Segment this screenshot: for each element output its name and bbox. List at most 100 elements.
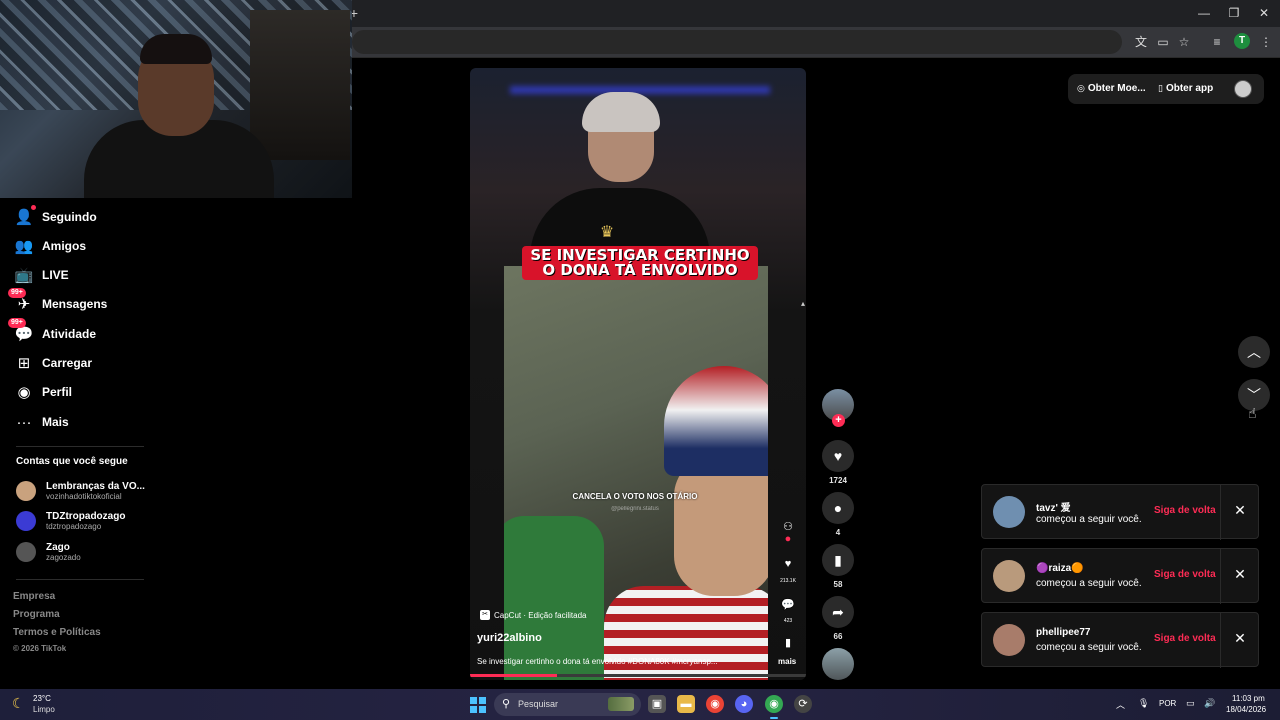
coin-icon: ◎ — [1077, 83, 1085, 93]
comment-button[interactable]: ● — [822, 492, 854, 524]
sidebar-item-label: LIVE — [42, 268, 69, 282]
cast-icon[interactable]: ▭ — [1155, 34, 1171, 50]
notification-divider — [1220, 613, 1221, 668]
profile-icon[interactable]: T — [1234, 33, 1250, 49]
avatar — [16, 481, 36, 501]
bookmark-star-icon[interactable]: ☆ — [1176, 34, 1192, 50]
sidebar-item-live[interactable]: 📺 LIVE — [14, 263, 69, 287]
embedded-bookmark-icon: ▮ — [784, 637, 792, 649]
moon-icon[interactable]: ☾ — [12, 695, 25, 712]
close-window-button[interactable]: ✕ — [1254, 5, 1274, 21]
notification-text: começou a seguir você. — [1036, 642, 1142, 653]
notification-name: tavz' 爱 — [1036, 503, 1071, 514]
network-icon[interactable]: ▭ — [1186, 698, 1195, 709]
sidebar-item-amigos[interactable]: 👥 Amigos — [14, 234, 86, 258]
notification-text: começou a seguir você. — [1036, 514, 1142, 525]
hand-cursor-icon: ☝ — [1248, 405, 1257, 421]
video-headline: SE INVESTIGAR CERTINHO O DONA TÁ ENVOLVI… — [522, 246, 758, 280]
clip-shirt — [504, 516, 604, 680]
weather-temp[interactable]: 23°C — [33, 694, 51, 703]
following-account[interactable]: TDZtropadozago tdztropadozago — [16, 509, 125, 533]
sound-avatar[interactable] — [822, 648, 854, 680]
translate-icon[interactable]: 文 — [1133, 34, 1149, 50]
footer-link-programa[interactable]: Programa — [13, 609, 60, 620]
user-avatar[interactable] — [1234, 80, 1252, 98]
share-button[interactable]: ➦ — [822, 596, 854, 628]
close-icon[interactable]: ✕ — [1232, 566, 1248, 586]
follow-plus-button[interactable]: + — [832, 414, 845, 427]
capcut-tag[interactable]: ✂ CapCut · Edição facilitada — [480, 609, 587, 621]
messages-icon: ✈ 99+ — [8, 288, 34, 314]
search-placeholder: Pesquisar — [518, 699, 559, 709]
sidebar-divider — [16, 446, 144, 447]
sidebar-item-carregar[interactable]: ⊞ Carregar — [14, 351, 92, 375]
close-icon[interactable]: ✕ — [1232, 630, 1248, 650]
comment-count: 4 — [835, 528, 841, 537]
activity-badge: 99+ — [8, 318, 26, 328]
video-description: Se investigar certinho o dona tá envolvi… — [477, 657, 718, 666]
notification-dot — [31, 205, 36, 210]
chrome-icon[interactable]: ◉ — [706, 695, 724, 713]
get-app-button[interactable]: ▯ Obter app — [1158, 83, 1213, 94]
clock-time[interactable]: 11:03 pm — [1232, 694, 1265, 703]
video-watermark: @pellegrini.status — [611, 506, 659, 512]
weather-condition[interactable]: Limpo — [33, 705, 55, 714]
avatar — [16, 511, 36, 531]
task-view-icon[interactable]: ▣ — [648, 695, 666, 713]
media-control-icon[interactable]: ≡ — [1209, 34, 1225, 50]
sidebar-item-label: Carregar — [42, 356, 93, 370]
notification-divider — [1220, 549, 1221, 604]
like-button[interactable]: ♥ — [822, 440, 854, 472]
following-section-title: Contas que você segue — [16, 456, 128, 467]
address-bar[interactable] — [352, 30, 1122, 54]
video-progress-fill — [470, 674, 558, 677]
language-indicator[interactable]: POR — [1159, 699, 1176, 708]
previous-video-button[interactable]: ︿ — [1238, 336, 1270, 368]
like-count: 1724 — [829, 476, 847, 485]
sidebar-item-label: Mensagens — [42, 297, 108, 311]
avatar — [993, 496, 1025, 528]
start-button[interactable] — [470, 697, 486, 713]
account-username: zagozado — [46, 552, 81, 562]
taskbar-search[interactable]: ⚲ Pesquisar — [494, 693, 641, 716]
embedded-plus-icon: ● — [784, 533, 792, 545]
minimize-button[interactable]: — — [1194, 5, 1214, 21]
sidebar-item-perfil[interactable]: ◉ Perfil — [14, 380, 72, 404]
bookmark-icon: ▮ — [834, 552, 842, 568]
file-explorer-icon[interactable]: ▬ — [677, 695, 695, 713]
microphone-icon[interactable]: 🎙 — [1138, 698, 1149, 709]
tray-overflow-icon[interactable]: ︿ — [1116, 698, 1125, 711]
video-author[interactable]: yuri22albino — [477, 632, 542, 644]
share-count: 66 — [833, 632, 843, 641]
following-account[interactable]: Lembranças da VO... vozinhadotiktokoficia… — [16, 479, 145, 503]
share-icon: ➦ — [832, 604, 844, 620]
menu-dots-icon[interactable]: ⋮ — [1258, 34, 1274, 50]
video-background-light — [510, 86, 770, 94]
save-button[interactable]: ▮ — [822, 544, 854, 576]
more-icon: ··· — [16, 413, 32, 431]
chrome-profile-icon[interactable]: ◉ — [765, 695, 783, 713]
sidebar-item-seguindo[interactable]: 👤 Seguindo — [14, 205, 97, 229]
sidebar-item-atividade[interactable]: 💬 99+ Atividade — [8, 318, 96, 346]
sidebar-item-mais[interactable]: ··· Mais — [14, 410, 69, 434]
footer-link-termos[interactable]: Termos e Políticas — [13, 627, 101, 638]
more-button[interactable]: mais — [778, 657, 796, 666]
clip-face — [674, 456, 768, 596]
follow-back-button[interactable]: Siga de volta — [1154, 505, 1216, 516]
following-account[interactable]: Zago zagozado — [16, 540, 81, 564]
video-player[interactable]: ♛ SE INVESTIGAR CERTINHO O DONA TÁ ENVOL… — [470, 68, 806, 680]
app-icon[interactable]: ⟳ — [794, 695, 812, 713]
video-progress-bar[interactable] — [470, 674, 806, 677]
footer-link-empresa[interactable]: Empresa — [13, 591, 55, 602]
maximize-button[interactable]: ❐ — [1224, 5, 1244, 21]
profile-icon: ◉ — [17, 384, 31, 401]
embedded-avatar-icon: ⚇ — [783, 521, 793, 533]
sidebar-item-mensagens[interactable]: ✈ 99+ Mensagens — [8, 288, 108, 316]
discord-icon[interactable]: ◕ — [735, 695, 753, 713]
clock-date[interactable]: 18/04/2026 — [1226, 705, 1266, 714]
get-coins-button[interactable]: ◎ Obter Moe... — [1077, 83, 1146, 94]
close-icon[interactable]: ✕ — [1232, 502, 1248, 522]
follow-back-button[interactable]: Siga de volta — [1154, 633, 1216, 644]
follow-back-button[interactable]: Siga de volta — [1154, 569, 1216, 580]
volume-icon[interactable]: 🔊 — [1204, 698, 1215, 709]
